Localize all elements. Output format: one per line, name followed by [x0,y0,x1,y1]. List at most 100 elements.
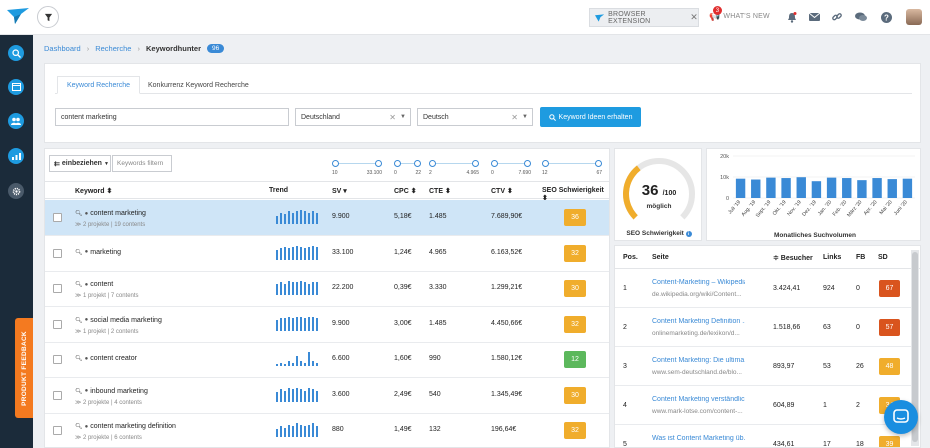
col-cte[interactable]: CTE ⬍ [429,187,451,195]
gear-icon[interactable] [8,183,24,199]
cpc-cell: 0,39€ [394,284,412,291]
row-checkbox[interactable] [53,284,62,293]
country-select[interactable]: Deutschland ✕ ▼ [295,108,411,126]
slider-min-handle[interactable] [394,160,401,167]
slider-track[interactable] [432,163,476,164]
keyword-projects[interactable]: ≫ 2 projekte | 6 contents [75,434,142,441]
chat-icon[interactable] [855,11,867,23]
keyword-projects[interactable]: ≫ 2 projekte | 19 contents [75,221,145,228]
info-icon[interactable]: ● [85,424,89,430]
clear-icon[interactable]: ✕ [389,113,396,122]
info-icon[interactable]: ● [85,249,89,255]
slider-max-handle[interactable] [595,160,602,167]
table-row[interactable]: 🔍︎ ● content marketing ≫ 2 projekte | 19 co… [45,200,609,236]
keyword-cell[interactable]: 🔍︎ ● content [75,281,113,288]
window-icon[interactable] [8,79,24,95]
mail-icon[interactable] [808,11,820,23]
table-row[interactable]: 🔍︎ ● content creator 6.600 1,60€ 990 1.580,12€… [45,342,609,378]
col-ctv[interactable]: CTV ⬍ [491,187,513,195]
magnifier-icon[interactable]: 🔍︎ [75,388,83,395]
magnifier-icon[interactable]: 🔍︎ [75,355,83,362]
info-icon[interactable]: ● [85,356,89,362]
info-icon[interactable]: ● [85,282,89,288]
row-checkbox[interactable] [53,319,62,329]
slider-max-handle[interactable] [414,160,421,167]
breadcrumb-recherche[interactable]: Recherche [95,44,131,53]
slider-max-handle[interactable] [375,160,382,167]
serp-fb: 0 [856,285,860,292]
row-checkbox[interactable] [53,426,62,435]
table-row[interactable]: 🔍︎ ● marketing 33.100 1,24€ 4.965 6.163,52€ 32 [45,236,609,272]
info-icon[interactable]: ● [85,388,89,394]
link-icon[interactable] [831,11,843,23]
keyword-filter-input[interactable]: Keywords filtern [112,155,172,172]
help-icon[interactable]: ? [880,11,892,23]
chevron-down-icon[interactable]: ▼ [400,114,406,120]
chevron-down-icon[interactable]: ▼ [522,114,528,120]
slider-min-handle[interactable] [332,160,339,167]
serp-title-link[interactable]: Content-Marketing – Wikipedia [652,279,745,286]
keyword-cell[interactable]: 🔍︎ ● inbound marketing [75,388,148,395]
slider-track[interactable] [494,163,528,164]
col-besucher[interactable]: ≑ Besucher [773,254,813,262]
table-row[interactable]: 🔍︎ ● inbound marketing ≫ 2 projekte | 4 con… [45,378,609,414]
keyword-projects[interactable]: ≫ 1 projekt | 2 contents [75,328,139,335]
bell-icon[interactable] [786,11,798,23]
keyword-cell[interactable]: 🔍︎ ● marketing [75,249,121,256]
row-checkbox[interactable] [53,355,62,364]
row-checkbox[interactable] [53,390,62,400]
info-icon[interactable]: i [685,231,692,237]
breadcrumb-dashboard[interactable]: Dashboard [44,44,81,53]
serp-title-link[interactable]: Content Marketing Definition ... [652,318,745,325]
magnifier-icon[interactable]: 🔍︎ [75,210,83,217]
info-icon[interactable]: ● [85,211,89,217]
magnifier-icon[interactable]: 🔍︎ [75,423,83,430]
filter-icon[interactable] [37,6,59,28]
magnifier-icon[interactable]: 🔍︎ [75,281,83,288]
tab-konkurrenz-keyword-recherche[interactable]: Konkurrenz Keyword Recherche [139,76,258,94]
slider-max-handle[interactable] [524,160,531,167]
col-keyword[interactable]: Keyword ⬍ [75,187,112,195]
whats-new-button[interactable]: 📢 3 WHAT'S NEW [709,6,770,22]
table-row[interactable]: 🔍︎ ● content ≫ 1 projekt | 7 contents 22.200… [45,271,609,307]
keyword-projects[interactable]: ≫ 1 projekt | 7 contents [75,292,139,299]
keyword-cell[interactable]: 🔍︎ ● content marketing [75,210,146,217]
logo-icon[interactable] [5,6,31,28]
get-keyword-ideas-button[interactable]: Keyword Ideen erhalten [540,107,641,127]
table-row[interactable]: 🔍︎ ● content marketing definition ≫ 2 proje… [45,413,609,447]
keyword-cell[interactable]: 🔍︎ ● social media marketing [75,317,162,324]
chart-icon[interactable] [8,148,24,164]
avatar[interactable] [906,9,922,25]
close-icon[interactable]: ✕ [690,12,698,23]
keyword-input[interactable]: content marketing [55,108,289,126]
keyword-projects[interactable]: ≫ 2 projekte | 4 contents [75,399,142,406]
chat-widget-button[interactable] [884,400,918,434]
serp-title-link[interactable]: Was ist Content Marketing üb... [652,435,745,442]
slider-min-handle[interactable] [491,160,498,167]
magnifier-icon[interactable]: 🔍︎ [75,249,83,256]
col-cpc[interactable]: CPC ⬍ [394,187,417,195]
keyword-cell[interactable]: 🔍︎ ● content marketing definition [75,423,176,430]
users-icon[interactable] [8,113,24,129]
tab-keyword-recherche[interactable]: Keyword Recherche [57,76,141,94]
row-checkbox[interactable] [53,213,62,222]
feedback-button[interactable]: PRODUKT FEEDBACK [15,318,33,418]
table-row[interactable]: 🔍︎ ● social media marketing ≫ 1 projekt | 2… [45,307,609,343]
clear-icon[interactable]: ✕ [511,113,518,122]
language-select[interactable]: Deutsch ✕ ▼ [417,108,533,126]
include-dropdown[interactable]: ⇇ einbeziehen ▼ [49,155,111,172]
magnifier-icon[interactable]: 🔍︎ [75,317,83,324]
row-checkbox[interactable] [53,248,62,258]
serp-title-link[interactable]: Content Marketing verständlic... [652,396,745,403]
info-icon[interactable]: ● [85,317,89,323]
slider-min-handle[interactable] [542,160,549,167]
keyword-cell[interactable]: 🔍︎ ● content creator [75,355,137,362]
slider-track[interactable] [545,163,599,164]
serp-title-link[interactable]: Content Marketing: Die ultima... [652,357,745,364]
slider-max-handle[interactable] [472,160,479,167]
slider-min-handle[interactable] [429,160,436,167]
browser-extension-button[interactable]: BROWSER EXTENSION ✕ [589,8,699,27]
col-sv[interactable]: SV ▾ [332,187,347,195]
slider-track[interactable] [335,163,379,164]
search-icon[interactable] [8,45,24,61]
